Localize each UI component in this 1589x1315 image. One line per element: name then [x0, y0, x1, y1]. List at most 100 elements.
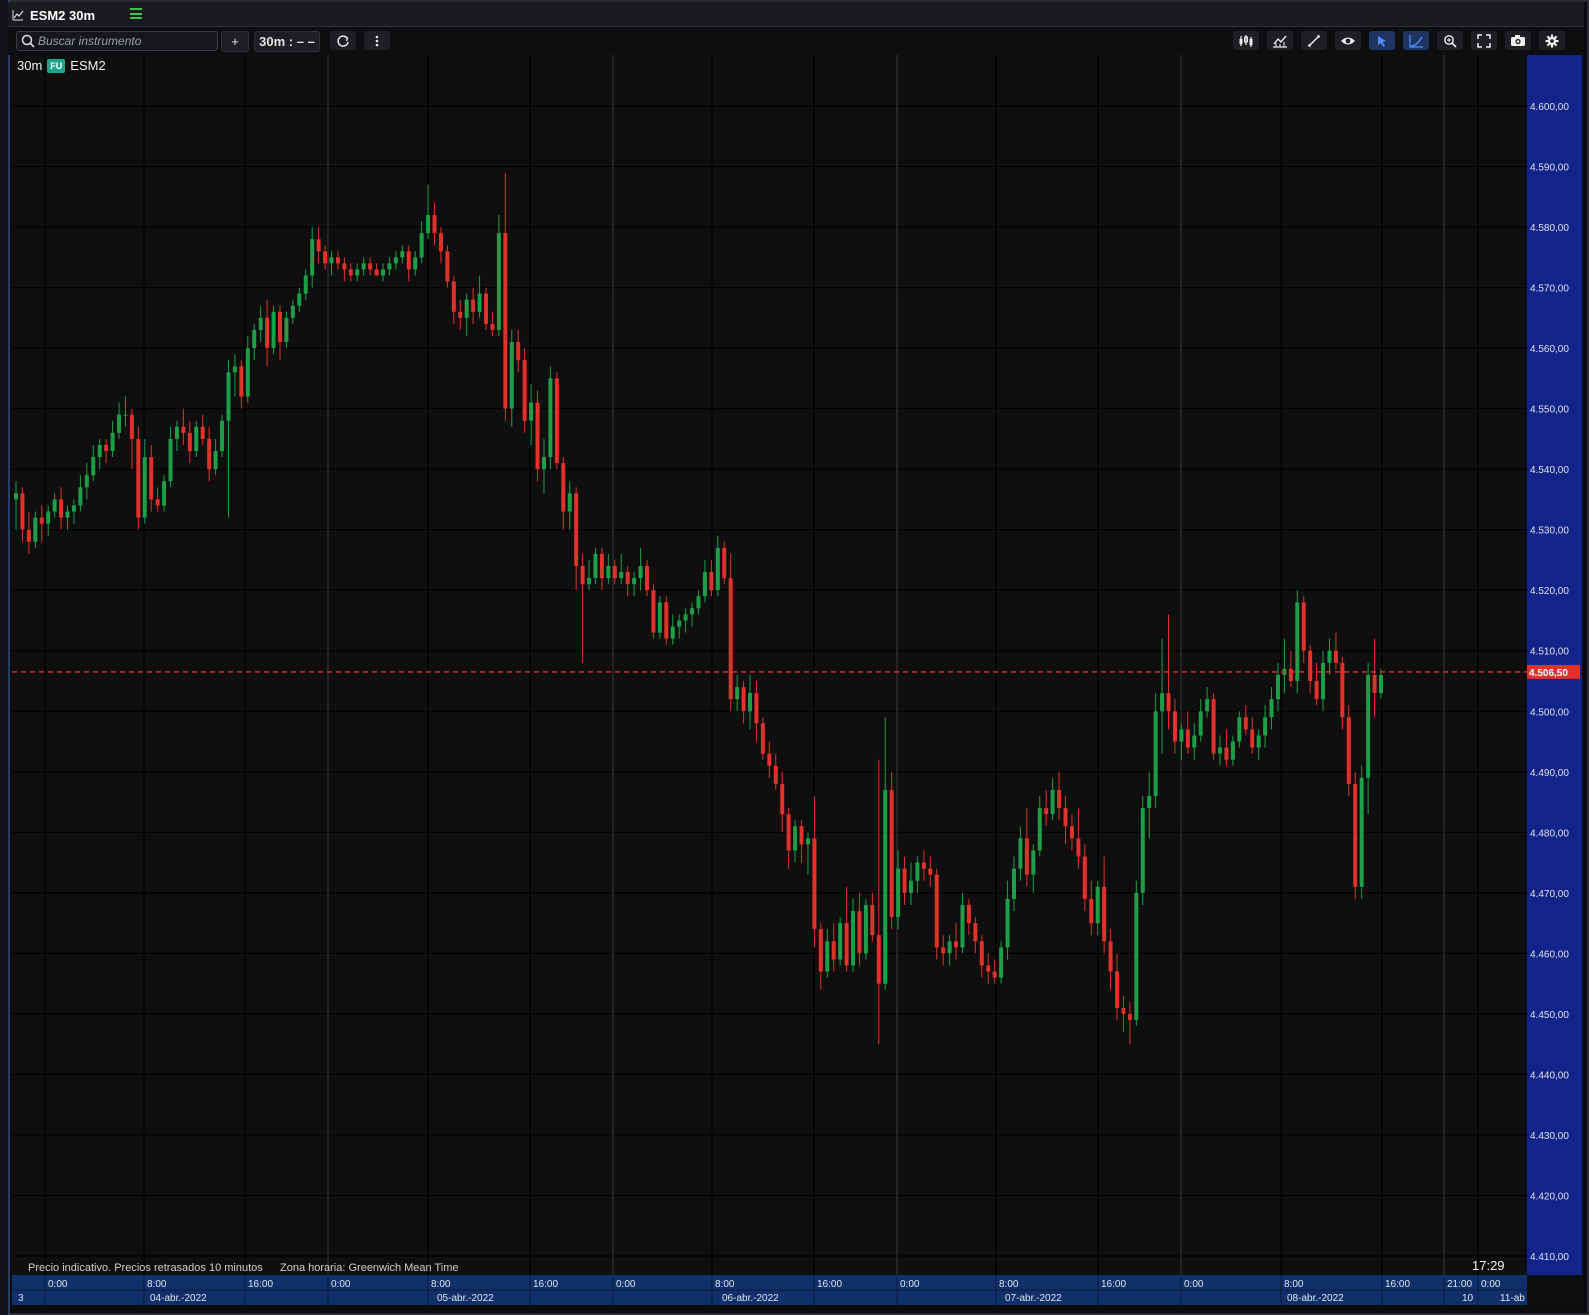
candle-body	[992, 971, 997, 978]
time-tick-label: 16:00	[817, 1279, 842, 1290]
candle-body	[1057, 789, 1062, 809]
candle-body	[52, 499, 57, 512]
candle-body	[870, 904, 875, 936]
futures-badge: FU	[47, 58, 66, 73]
candle-body	[194, 426, 199, 451]
candle-body	[638, 566, 643, 579]
candle-body	[954, 941, 959, 948]
candle-body	[1243, 717, 1248, 730]
candle-body	[915, 862, 920, 881]
candle-body	[1011, 868, 1016, 899]
legend-symbol: ESM2	[70, 58, 106, 73]
candle-body	[464, 299, 469, 318]
candle-body	[754, 693, 759, 724]
candle-body	[381, 269, 386, 276]
candle-body	[1095, 886, 1100, 924]
candle-body	[400, 251, 405, 258]
candle-body	[838, 923, 843, 960]
candle-body	[335, 257, 340, 264]
candle-body	[78, 487, 83, 506]
candle-body	[26, 529, 31, 542]
candle-body	[445, 251, 450, 282]
candle-body	[651, 590, 656, 633]
y-tick-label: 4.600,00	[1530, 102, 1569, 113]
time-tick-label: 0:00	[900, 1279, 920, 1290]
candle-body	[207, 438, 212, 470]
time-tick-label: 8:00	[999, 1279, 1019, 1290]
y-tick-label: 4.490,00	[1530, 768, 1569, 779]
candle-body	[1359, 777, 1364, 887]
candle-body	[1308, 650, 1313, 681]
candle-body	[458, 311, 463, 318]
candle-body	[715, 547, 720, 591]
y-tick-label: 4.420,00	[1530, 1191, 1569, 1202]
candle-body	[1076, 838, 1081, 857]
candle-body	[284, 317, 289, 343]
candle-body	[1005, 898, 1010, 948]
candle-body	[786, 814, 791, 851]
candle-body	[1102, 886, 1107, 942]
y-tick-label: 4.560,00	[1530, 344, 1569, 355]
time-tick-label: 8:00	[715, 1279, 735, 1290]
candle-body	[664, 602, 669, 639]
candle-body	[374, 269, 379, 276]
candle-body	[1256, 735, 1261, 748]
candle-body	[1205, 699, 1210, 712]
candle-body	[265, 317, 270, 349]
y-tick-label: 4.580,00	[1530, 223, 1569, 234]
time-tick-label: 0:00	[331, 1279, 351, 1290]
candle-body	[149, 457, 154, 500]
date-label: 10	[1462, 1293, 1474, 1304]
candle-body	[1024, 838, 1029, 875]
candle-body	[490, 323, 495, 330]
date-label: 07-abr.-2022	[1005, 1293, 1062, 1304]
candle-body	[503, 233, 508, 409]
candle-body	[986, 965, 991, 972]
candle-body	[1031, 850, 1036, 875]
time-tick-label: 0:00	[48, 1279, 68, 1290]
candle-body	[316, 239, 321, 252]
candle-body	[162, 481, 167, 506]
candle-body	[1346, 717, 1351, 784]
candle-body	[413, 257, 418, 270]
last-price-label: 4.506,50	[1529, 668, 1568, 679]
candle-body	[844, 923, 849, 966]
y-tick-label: 4.500,00	[1530, 707, 1569, 718]
candle-body	[1044, 808, 1049, 815]
candle-body	[999, 947, 1004, 978]
candle-body	[1172, 711, 1177, 742]
price-chart[interactable]: 4.600,00 4.590,00 4.580,00 4.570,00 4.560,00…	[0, 0, 1589, 1315]
date-label: 05-abr.-2022	[437, 1293, 494, 1304]
candle-body	[580, 566, 585, 585]
axis-corner	[1527, 1275, 1582, 1305]
candle-body	[123, 414, 128, 416]
date-label: 06-abr.-2022	[722, 1293, 779, 1304]
candle-body	[1379, 674, 1383, 694]
candle-body	[574, 493, 579, 566]
candle-body	[348, 269, 353, 276]
y-tick-label: 4.570,00	[1530, 284, 1569, 295]
candle-body	[818, 929, 823, 972]
candle-body	[200, 426, 205, 439]
candle-body	[1321, 662, 1326, 700]
candle-body	[168, 438, 173, 482]
candle-body	[896, 868, 901, 918]
candle-body	[548, 378, 553, 458]
candle-body	[670, 626, 675, 639]
candle-body	[760, 723, 765, 754]
candle-body	[1160, 693, 1165, 712]
candle-body	[1314, 681, 1319, 700]
candle-body	[812, 838, 817, 930]
date-label: 3	[18, 1293, 24, 1304]
candle-body	[709, 572, 714, 591]
candle-body	[973, 923, 978, 942]
candle-body	[863, 904, 868, 954]
candle-body	[432, 214, 437, 234]
candle-body	[471, 299, 476, 312]
candle-body	[1063, 808, 1068, 827]
candle-body	[1166, 693, 1171, 712]
candle-body	[516, 342, 521, 361]
candle-body	[368, 263, 373, 270]
date-label: 08-abr.-2022	[1287, 1293, 1344, 1304]
candle-body	[735, 687, 740, 700]
